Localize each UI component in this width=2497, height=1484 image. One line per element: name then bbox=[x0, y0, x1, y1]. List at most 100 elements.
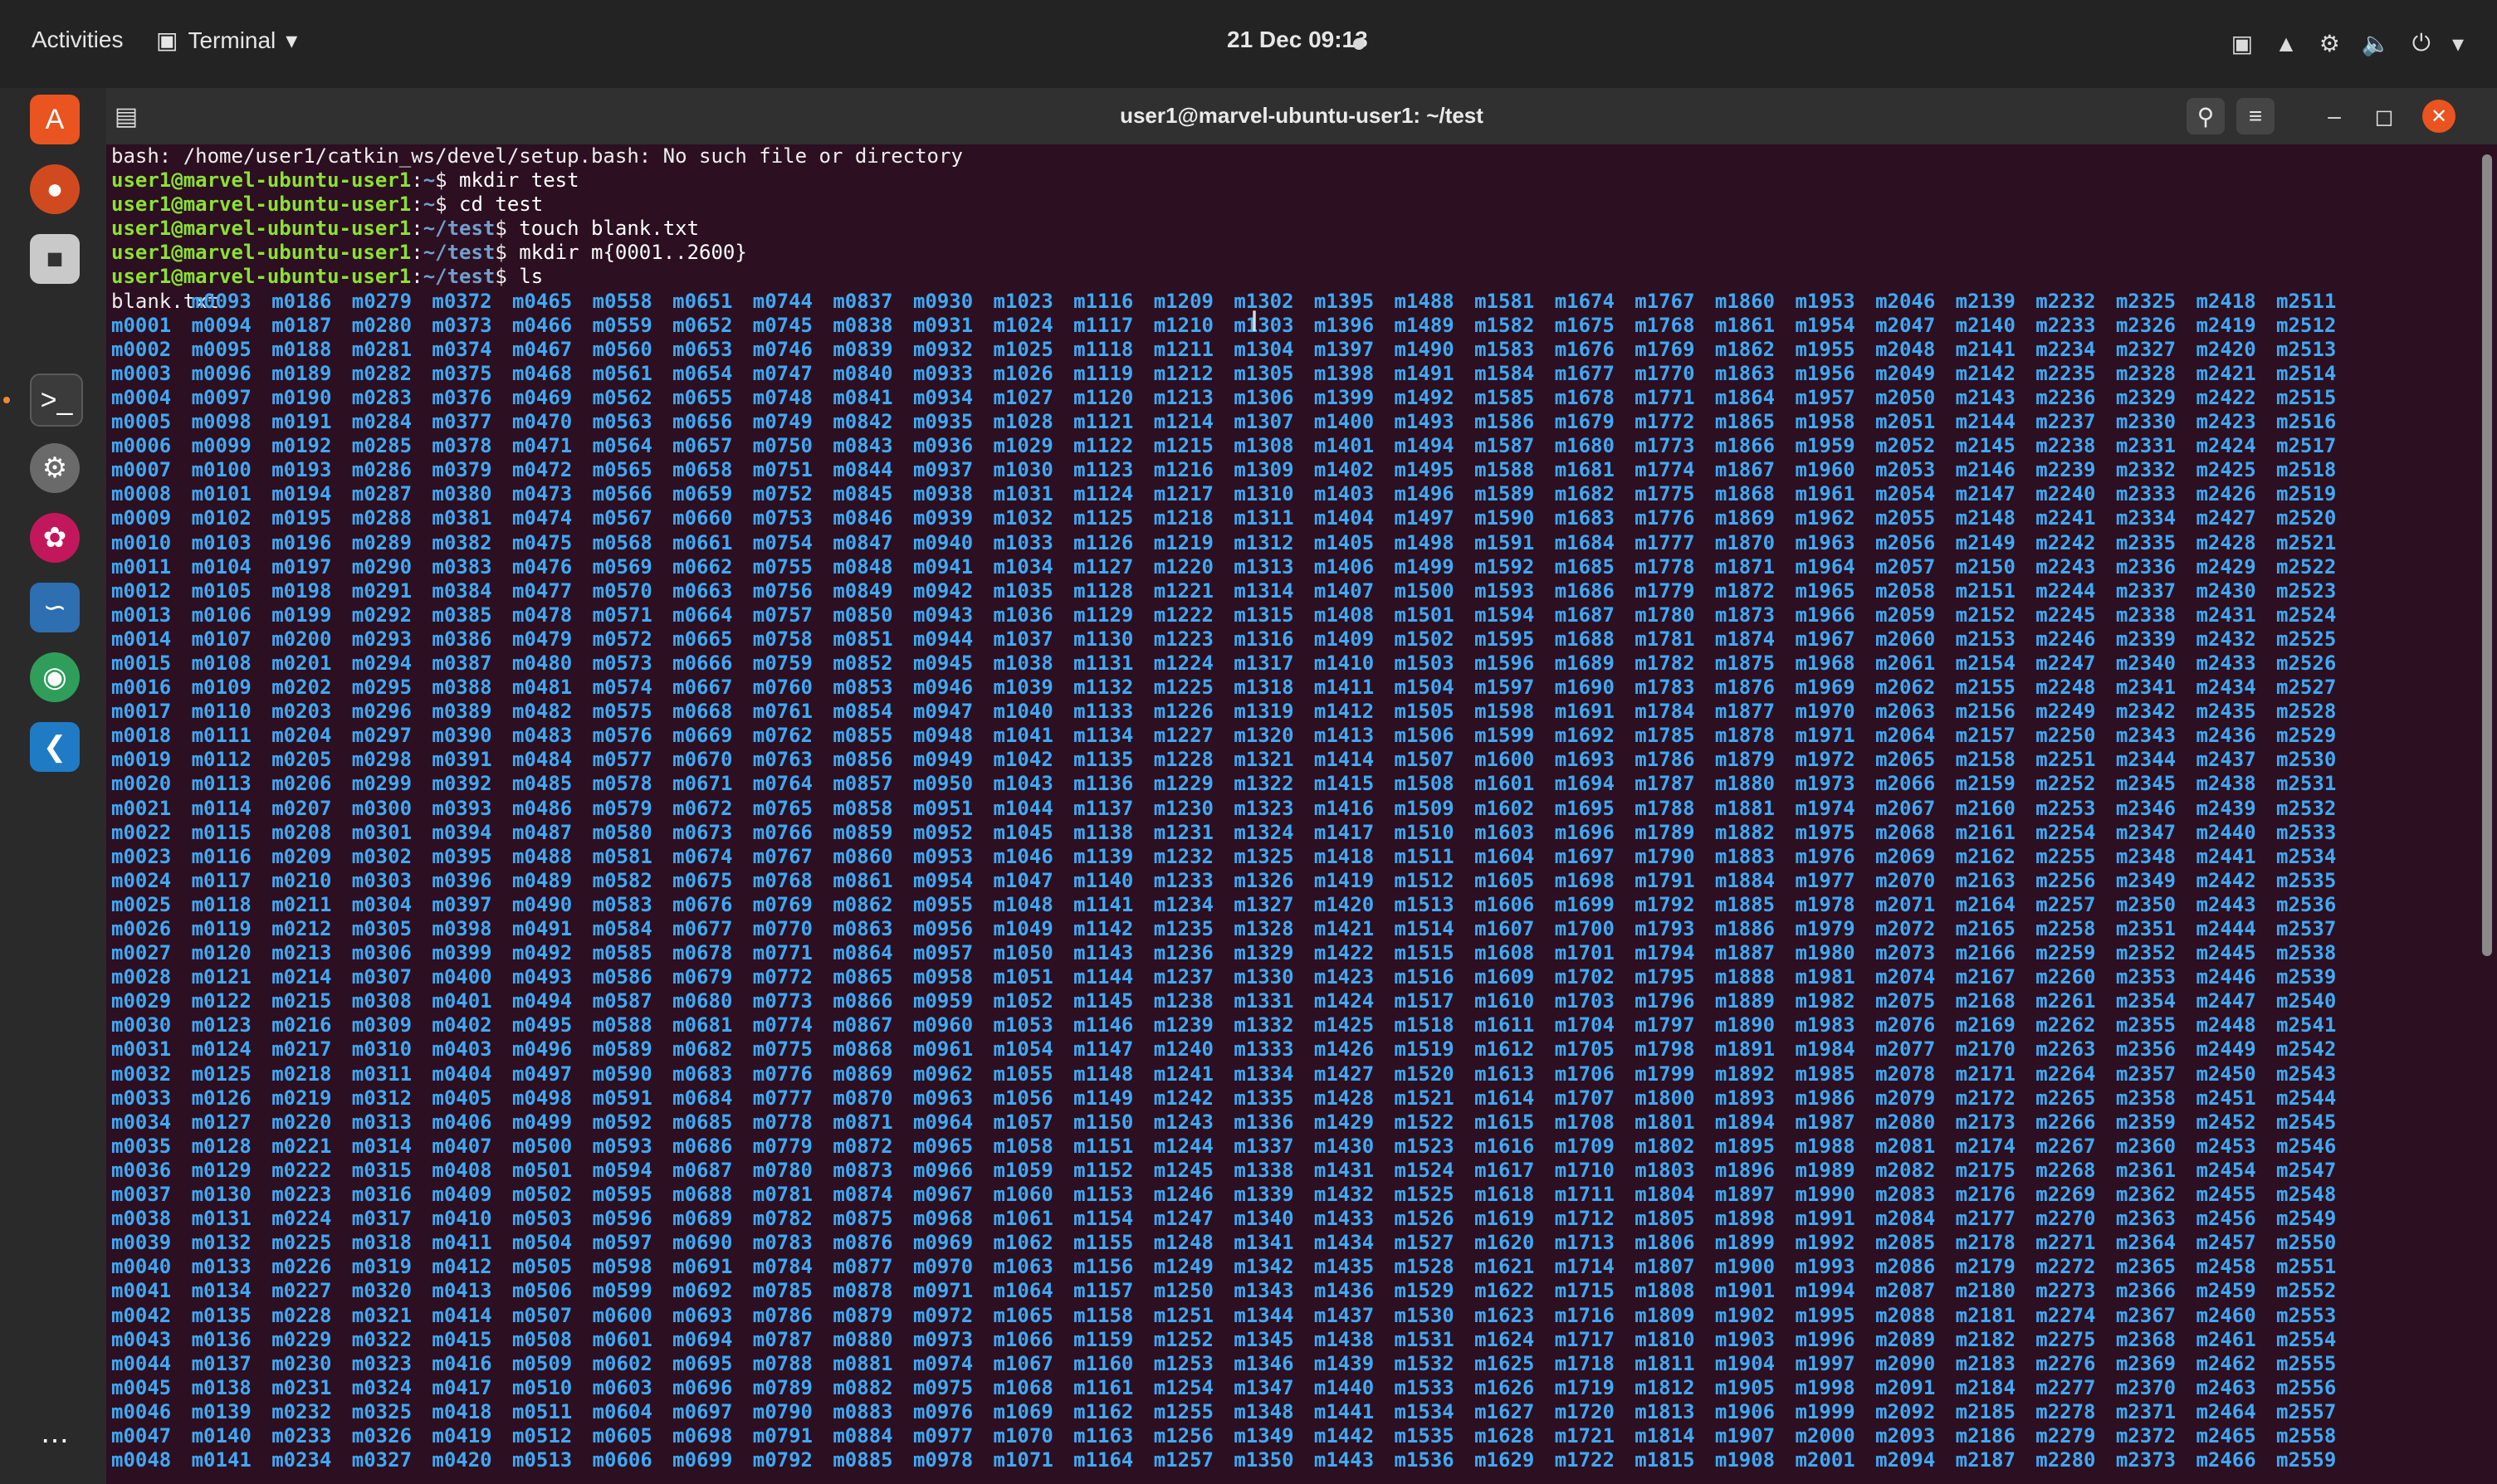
directory-entry: m0102 bbox=[191, 506, 252, 530]
directory-entry: m0494 bbox=[511, 989, 573, 1013]
directory-entry: m1520 bbox=[1394, 1062, 1454, 1086]
scrollbar[interactable] bbox=[2482, 154, 2492, 956]
files-icon[interactable]: ■ bbox=[30, 234, 80, 284]
directory-entry: m0228 bbox=[271, 1303, 332, 1327]
directory-entry: m2071 bbox=[1875, 892, 1936, 916]
app-indicator-icon[interactable]: ▣ bbox=[2231, 30, 2253, 57]
directory-entry: m0978 bbox=[912, 1448, 974, 1472]
search-icon[interactable]: ⚲ bbox=[2187, 98, 2225, 134]
directory-entry: m0876 bbox=[833, 1231, 893, 1255]
directory-entry: m2523 bbox=[2276, 578, 2337, 603]
directory-entry: m2349 bbox=[2115, 868, 2177, 892]
terminal-output[interactable]: bash: /home/user1/catkin_ws/devel/setup.… bbox=[106, 144, 2479, 1484]
directory-entry: m1768 bbox=[1635, 313, 1695, 337]
directory-entry: m1339 bbox=[1234, 1183, 1294, 1207]
directory-entry: m0134 bbox=[191, 1279, 252, 1303]
directory-entry: m0685 bbox=[672, 1110, 733, 1134]
power-icon[interactable]: ⏻ bbox=[2412, 30, 2431, 57]
directory-entry: m1152 bbox=[1073, 1158, 1134, 1182]
directory-entry: m2361 bbox=[2115, 1158, 2177, 1182]
directory-entry: m0762 bbox=[752, 724, 813, 748]
directory-entry: m1243 bbox=[1153, 1110, 1214, 1134]
directory-entry: m0204 bbox=[271, 724, 332, 748]
wifi-icon[interactable]: ▲ bbox=[2275, 31, 2298, 57]
ubuntu-software-icon[interactable]: A bbox=[30, 95, 80, 144]
vscode-icon[interactable]: ❮ bbox=[30, 722, 80, 772]
directory-entry: m2454 bbox=[2196, 1158, 2256, 1182]
system-tray[interactable]: ▣ ▲ ⚙ 🔈 ⏻ ▾ bbox=[2231, 30, 2464, 57]
directory-entry: m2170 bbox=[1955, 1037, 2016, 1062]
directory-entry: m1432 bbox=[1313, 1183, 1375, 1207]
raspberry-icon[interactable]: ✿ bbox=[30, 513, 80, 563]
directory-entry: m0934 bbox=[912, 385, 974, 409]
directory-entry: m2434 bbox=[2196, 676, 2256, 700]
directory-entry: m2514 bbox=[2276, 361, 2337, 385]
directory-entry: m1244 bbox=[1153, 1134, 1214, 1158]
directory-entry: m0954 bbox=[912, 868, 974, 892]
directory-entry: m1716 bbox=[1554, 1303, 1615, 1327]
hamburger-menu-icon[interactable]: ≡ bbox=[2236, 98, 2275, 134]
directory-entry: m1149 bbox=[1073, 1086, 1134, 1110]
directory-entry: m1143 bbox=[1073, 941, 1134, 965]
directory-entry: m0661 bbox=[672, 530, 733, 554]
clock[interactable]: 21 Dec 09:13 bbox=[1227, 27, 1368, 53]
directory-entry: m1026 bbox=[993, 361, 1053, 385]
directory-entry: m0747 bbox=[752, 361, 813, 385]
directory-entry: m2444 bbox=[2196, 917, 2256, 940]
maximize-icon[interactable]: ◻ bbox=[2368, 100, 2401, 133]
system-monitor-icon[interactable]: ∽ bbox=[30, 583, 80, 632]
app-menu[interactable]: ▣ Terminal ▾ bbox=[156, 27, 297, 54]
dock: A ● ■ >_ ⚙ ✿ ∽ ◉ ❮ ⋯ bbox=[0, 88, 106, 1484]
directory-entry: m0107 bbox=[191, 627, 252, 651]
directory-entry: m2162 bbox=[1955, 844, 2016, 868]
ls-row: m0008 m0101 m0194 m0287 m0380 m0473 m0566 m0659… bbox=[111, 482, 2479, 506]
directory-entry: m0791 bbox=[752, 1423, 813, 1447]
ls-row: m0027 m0120 m0213 m0306 m0399 m0492 m0585 m0678… bbox=[111, 941, 2479, 965]
directory-entry: m0379 bbox=[432, 458, 492, 482]
show-apps-icon[interactable]: ⋯ bbox=[30, 1416, 80, 1466]
directory-entry: m1395 bbox=[1313, 289, 1375, 313]
settings-icon[interactable]: ⚙ bbox=[30, 443, 80, 493]
terminal-icon[interactable]: >_ bbox=[30, 373, 83, 427]
directory-entry: m1792 bbox=[1635, 892, 1695, 916]
directory-entry: m2258 bbox=[2035, 917, 2096, 940]
cheese-icon[interactable]: ◉ bbox=[30, 652, 80, 702]
directory-entry: m0298 bbox=[351, 748, 413, 772]
network-icon[interactable]: ⚙ bbox=[2319, 30, 2340, 57]
activities-button[interactable]: Activities bbox=[32, 27, 123, 53]
directory-entry: m1508 bbox=[1394, 772, 1454, 796]
volume-icon[interactable]: 🔈 bbox=[2362, 30, 2391, 57]
directory-entry: m0017 bbox=[111, 700, 172, 724]
directory-entry: m1247 bbox=[1153, 1207, 1214, 1231]
directory-entry: m1698 bbox=[1554, 868, 1615, 892]
directory-entry: m0560 bbox=[592, 337, 652, 361]
minimize-icon[interactable]: – bbox=[2318, 100, 2351, 133]
directory-entry: m1586 bbox=[1474, 410, 1535, 434]
directory-entry: m1983 bbox=[1795, 1013, 1855, 1037]
firefox-icon[interactable]: ● bbox=[30, 164, 80, 214]
directory-entry: m1961 bbox=[1795, 482, 1855, 506]
directory-entry: m0006 bbox=[111, 434, 172, 458]
directory-entry: m0035 bbox=[111, 1134, 172, 1158]
ls-row: m0011 m0104 m0197 m0290 m0383 m0476 m0569 m0662… bbox=[111, 555, 2479, 579]
directory-entry: m0669 bbox=[672, 724, 733, 748]
directory-entry: m0113 bbox=[191, 772, 252, 796]
directory-entry: m1145 bbox=[1073, 989, 1134, 1013]
directory-entry: m0418 bbox=[432, 1399, 492, 1423]
directory-entry: m0115 bbox=[191, 820, 252, 844]
directory-entry: m0777 bbox=[752, 1086, 813, 1110]
directory-entry: m0656 bbox=[672, 410, 733, 434]
terminal-window[interactable]: ▤ user1@marvel-ubuntu-user1: ~/test ⚲ ≡ … bbox=[106, 88, 2497, 1484]
chevron-down-icon: ▾ bbox=[286, 27, 298, 53]
directory-entry: m1332 bbox=[1234, 1013, 1294, 1037]
chevron-down-icon[interactable]: ▾ bbox=[2452, 30, 2464, 57]
ls-row: m0032 m0125 m0218 m0311 m0404 m0497 m0590 m0683… bbox=[111, 1062, 2479, 1086]
directory-entry: m1441 bbox=[1313, 1399, 1375, 1423]
directory-entry: m0943 bbox=[912, 603, 974, 627]
directory-entry: m1151 bbox=[1073, 1134, 1134, 1158]
directory-entry: m0198 bbox=[271, 578, 332, 603]
close-icon[interactable]: ✕ bbox=[2422, 100, 2455, 133]
directory-entry: m1982 bbox=[1795, 989, 1855, 1013]
directory-entry: m1530 bbox=[1394, 1303, 1454, 1327]
directory-entry: m2541 bbox=[2276, 1013, 2337, 1037]
